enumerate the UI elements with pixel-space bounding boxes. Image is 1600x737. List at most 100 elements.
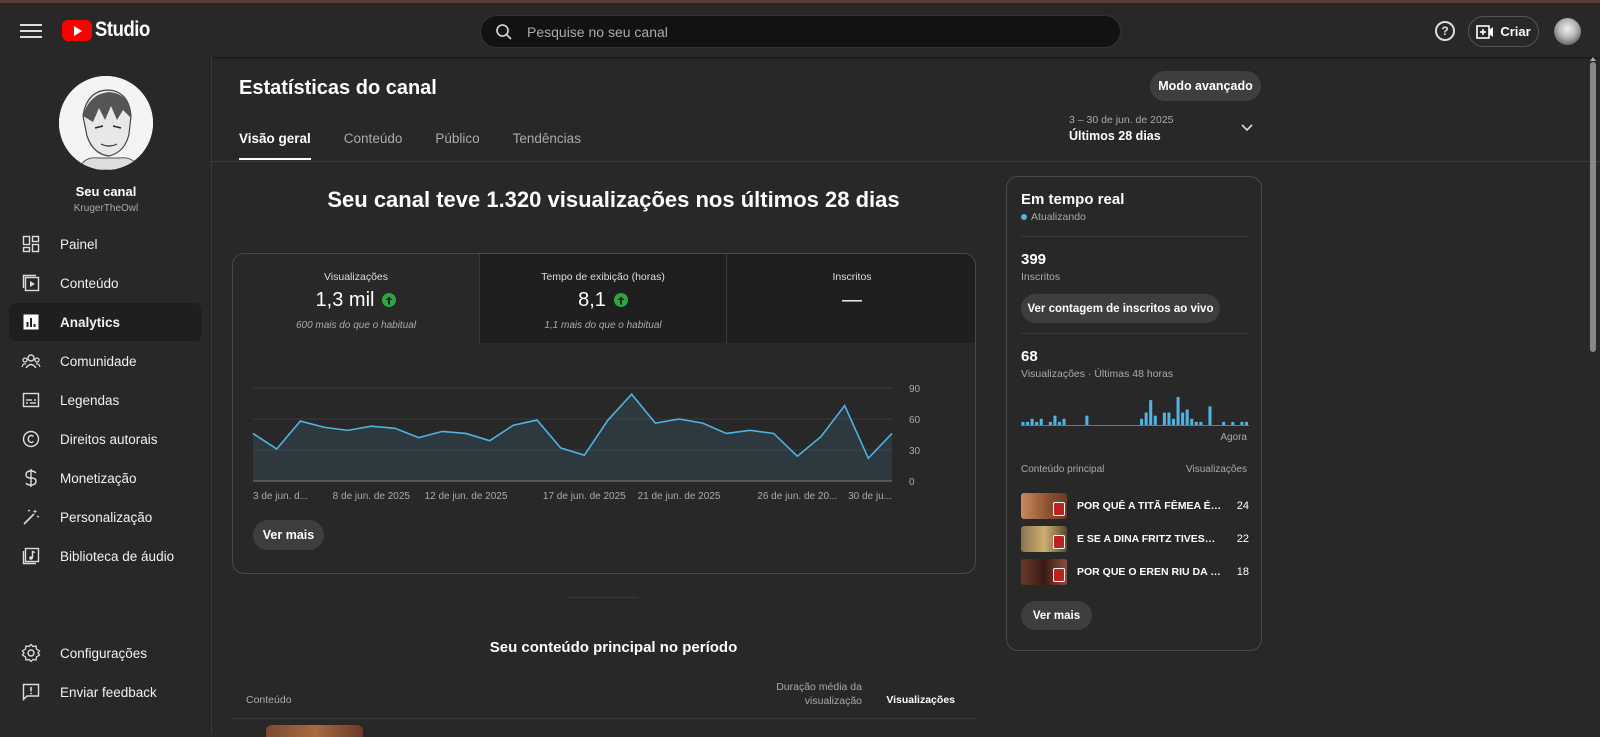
see-more-button[interactable]: Ver mais	[253, 520, 324, 550]
metric-views[interactable]: Visualizações 1,3 mil 600 mais do que o …	[233, 254, 480, 343]
sidebar-item-enviar-feedback[interactable]: Enviar feedback	[9, 673, 202, 711]
chevron-down-icon[interactable]	[1240, 123, 1254, 133]
realtime-card: Em tempo real Atualizando 399 Inscritos …	[1006, 176, 1262, 651]
realtime-see-more-button[interactable]: Ver mais	[1021, 601, 1092, 630]
studio-logo[interactable]: Studio	[62, 18, 157, 42]
realtime-bar	[1208, 406, 1212, 425]
search-icon	[496, 23, 512, 40]
column-header-views[interactable]: Visualizações	[872, 694, 955, 706]
community-icon	[21, 351, 41, 371]
realtime-bar	[1181, 412, 1185, 425]
scroll-up-arrow-icon[interactable]	[1590, 57, 1596, 61]
x-tick-label: 26 de jun. de 20...	[757, 491, 837, 502]
sidebar-item-label: Comunidade	[60, 353, 137, 369]
realtime-bar	[1149, 400, 1153, 425]
realtime-bar	[1140, 418, 1144, 425]
realtime-bar	[1144, 412, 1148, 425]
y-tick-label: 0	[909, 477, 915, 488]
list-item[interactable]: POR QUE O EREN RIU DA MORTE DA MÃE? 18	[1021, 558, 1249, 586]
advanced-mode-button[interactable]: Modo avançado	[1150, 71, 1261, 101]
search-input[interactable]	[527, 23, 1087, 40]
video-title: POR QUE O EREN RIU DA MORTE DA MÃE?	[1077, 566, 1222, 578]
video-title: POR QUÊ A TITÃ FÊMEA É TÃO FORTE?	[1077, 500, 1222, 512]
video-thumbnail	[1021, 493, 1067, 519]
monetization-icon	[21, 468, 41, 488]
sidebar-item-label: Direitos autorais	[60, 431, 158, 447]
live-subscriber-count-button[interactable]: Ver contagem de inscritos ao vivo	[1021, 294, 1220, 323]
youtube-logo-icon	[62, 19, 92, 41]
realtime-bar	[1026, 421, 1030, 425]
search-bar[interactable]	[480, 15, 1121, 48]
metric-subscribers[interactable]: Inscritos —	[727, 254, 975, 343]
realtime-divider	[1021, 333, 1249, 334]
realtime-bar	[1062, 418, 1066, 425]
date-range-selector[interactable]: Últimos 28 dias	[1069, 129, 1161, 143]
video-thumbnail	[1021, 559, 1067, 585]
top-content-title: Seu conteúdo principal no período	[489, 639, 738, 656]
sidebar-item-configuracoes[interactable]: Configurações	[9, 634, 202, 672]
metric-value: 1,3 mil	[315, 288, 375, 311]
video-thumbnail[interactable]	[266, 725, 363, 737]
sidebar-item-analytics[interactable]: Analytics	[9, 303, 202, 341]
realtime-bar	[1240, 421, 1244, 425]
shorts-icon	[1053, 502, 1065, 516]
channel-avatar[interactable]	[59, 76, 153, 170]
realtime-views-bar-chart[interactable]	[1021, 387, 1249, 427]
x-tick-label: 3 de jun. d...	[253, 491, 308, 502]
realtime-divider	[1021, 236, 1249, 237]
series-area	[253, 394, 892, 481]
realtime-bar	[1199, 421, 1203, 425]
metric-watch-time[interactable]: Tempo de exibição (horas) 8,1 1,1 mais d…	[480, 254, 727, 343]
realtime-bar	[1222, 421, 1226, 425]
sidebar-item-label: Painel	[60, 236, 98, 252]
metric-value: —	[842, 288, 862, 311]
analytics-tabs: Visão geral Conteúdo Público Tendências	[239, 131, 614, 160]
tab-publico[interactable]: Público	[435, 131, 479, 160]
y-tick-label: 60	[909, 415, 921, 426]
sidebar-item-painel[interactable]: Painel	[9, 225, 202, 263]
sidebar-item-label: Conteúdo	[60, 275, 119, 291]
account-avatar[interactable]	[1554, 18, 1581, 45]
tabs-divider	[212, 161, 1600, 162]
realtime-bar	[1048, 421, 1052, 425]
sidebar-item-personalizacao[interactable]: Personalização	[9, 498, 202, 536]
x-tick-label: 30 de ju...	[848, 491, 892, 502]
sidebar-item-direitos-autorais[interactable]: Direitos autorais	[9, 420, 202, 458]
settings-icon	[21, 643, 41, 663]
list-item[interactable]: E SE A DINA FRITZ TIVESSE COMIDO O EREN?…	[1021, 525, 1249, 553]
x-tick-label: 8 de jun. de 2025	[333, 491, 411, 502]
sidebar-item-legendas[interactable]: Legendas	[9, 381, 202, 419]
metric-compare: 1,1 mais do que o habitual	[544, 320, 662, 331]
realtime-bar	[1153, 415, 1157, 425]
realtime-now-label: Agora	[1220, 432, 1247, 443]
live-dot-icon	[1021, 214, 1027, 220]
hamburger-menu-icon[interactable]	[20, 21, 42, 39]
tab-tendencias[interactable]: Tendências	[513, 131, 581, 160]
tab-visao-geral[interactable]: Visão geral	[239, 131, 311, 160]
metric-compare: 600 mais do que o habitual	[295, 320, 417, 331]
table-divider	[232, 718, 976, 719]
realtime-subscribers-label: Inscritos	[1021, 271, 1061, 283]
column-header-avg-duration[interactable]: Duração média da visualização	[752, 680, 862, 708]
video-views: 24	[1236, 500, 1249, 512]
copyright-icon	[21, 429, 41, 449]
sidebar-item-conteudo[interactable]: Conteúdo	[9, 264, 202, 302]
create-button[interactable]: Criar	[1468, 16, 1539, 47]
metric-title: Inscritos	[832, 271, 872, 283]
customization-icon	[21, 507, 41, 527]
realtime-views-label: Visualizações · Últimas 48 horas	[1021, 368, 1174, 380]
sidebar-item-biblioteca-de-audio[interactable]: Biblioteca de áudio	[9, 537, 202, 575]
tab-conteudo[interactable]: Conteúdo	[344, 131, 403, 160]
video-title: E SE A DINA FRITZ TIVESSE COMIDO O EREN?	[1077, 533, 1222, 545]
page-scrollbar[interactable]	[1590, 62, 1596, 352]
audio-library-icon	[21, 546, 41, 566]
x-tick-label: 12 de jun. de 2025	[425, 491, 508, 502]
sidebar-item-monetizacao[interactable]: Monetização	[9, 459, 202, 497]
sidebar-item-comunidade[interactable]: Comunidade	[9, 342, 202, 380]
list-item[interactable]: POR QUÊ A TITÃ FÊMEA É TÃO FORTE? 24	[1021, 492, 1249, 520]
sidebar-item-label: Legendas	[60, 392, 120, 408]
realtime-bar	[1085, 415, 1089, 425]
date-range-sub[interactable]: 3 – 30 de jun. de 2025	[1069, 114, 1174, 126]
views-area-chart[interactable]: 0 30 60 90 3 de jun. d... 8 de jun. de 2025 12…	[233, 343, 976, 503]
help-icon[interactable]: ?	[1435, 21, 1455, 41]
